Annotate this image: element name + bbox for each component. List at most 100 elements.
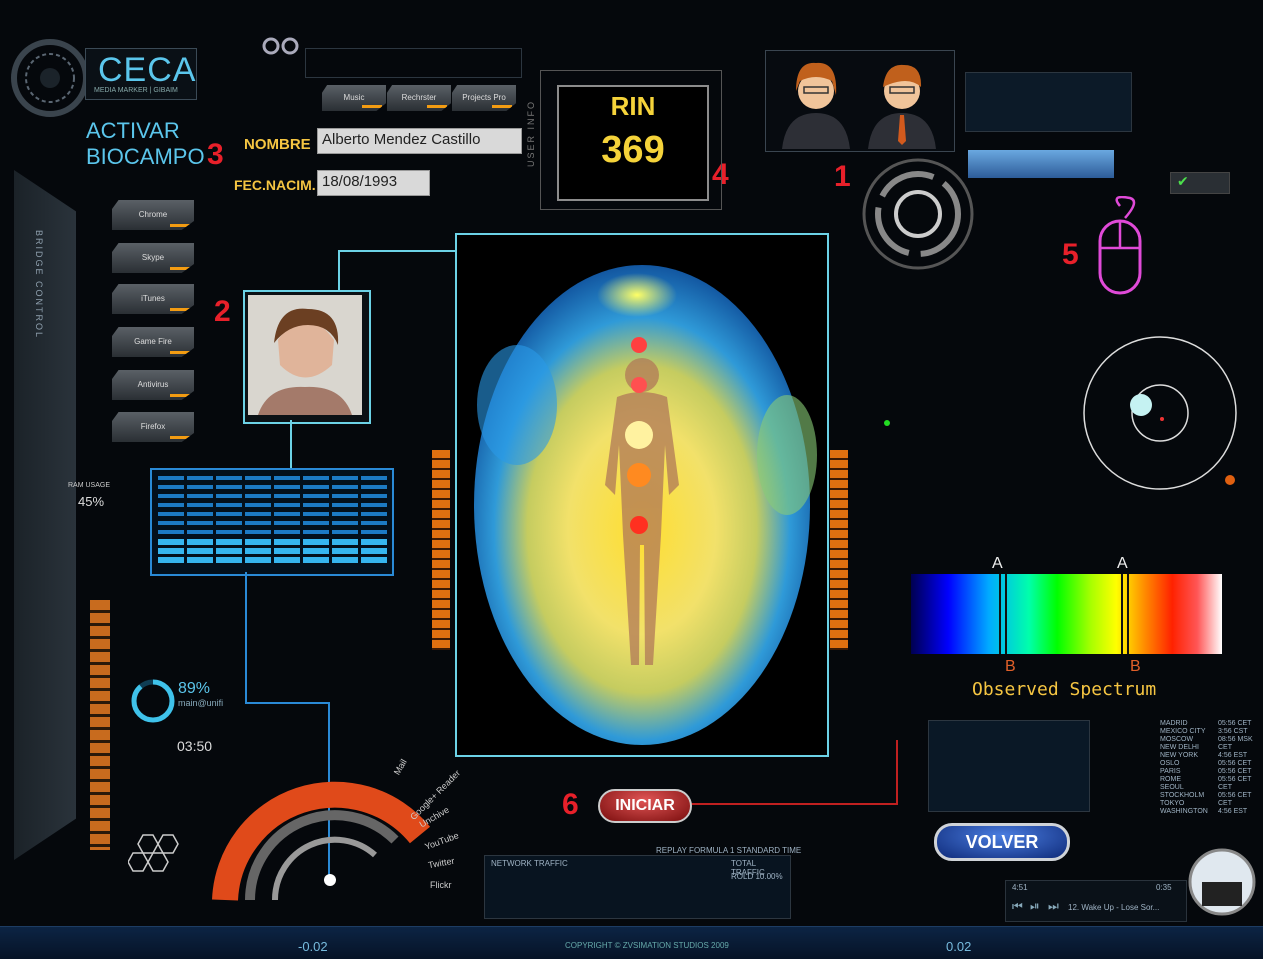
equalizer-cell [187, 548, 213, 554]
menu-game-fire[interactable]: Game Fire [112, 327, 194, 357]
world-clock-time: 08:56 MSK [1218, 736, 1253, 743]
status-dot [884, 420, 890, 426]
equalizer-cell [245, 530, 271, 534]
equalizer-cell [216, 512, 242, 516]
tab-projects[interactable]: Projects Pro [452, 85, 516, 111]
next-icon[interactable]: ⏭ [1048, 899, 1059, 914]
dob-field[interactable]: 18/08/1993 [317, 170, 430, 196]
menu-firefox[interactable]: Firefox [112, 412, 194, 442]
equalizer-cell [187, 521, 213, 525]
profile-photo-frame [243, 290, 371, 424]
equalizer-cell [158, 521, 184, 525]
activar-biocampo-link[interactable]: ACTIVAR BIOCAMPO [86, 118, 205, 170]
avatar-male[interactable] [858, 51, 954, 151]
equalizer-cell [274, 485, 300, 489]
orbit-diagram [1083, 336, 1237, 490]
world-clock-city: MOSCOW [1160, 736, 1194, 743]
world-clock-time: CET [1218, 800, 1232, 807]
traffic-label: NETWORK TRAFFIC [491, 859, 568, 868]
world-clock-time: 05:56 CET [1218, 760, 1252, 767]
spectrum-line [1127, 574, 1129, 654]
equalizer-cell [216, 530, 242, 534]
arc-app-flickr[interactable]: Flickr [430, 880, 452, 890]
equalizer-cell [303, 485, 329, 489]
equalizer-cell [216, 503, 242, 507]
mouse-icon[interactable] [1095, 196, 1145, 296]
equalizer-cell [274, 503, 300, 507]
dob-label: FEC.NACIM. [234, 177, 316, 193]
equalizer-cell [158, 512, 184, 516]
equalizer-cell [245, 539, 271, 545]
menu-chrome[interactable]: Chrome [112, 200, 194, 230]
bridge-control-bar [14, 170, 76, 860]
marker-6: 6 [562, 788, 579, 821]
connector-line [338, 250, 340, 290]
music-end: 0:35 [1156, 883, 1172, 892]
equalizer-cell [332, 557, 358, 563]
world-clock-row: MOSCOW 08:56 MSK [1160, 736, 1260, 743]
menu-antivirus[interactable]: Antivirus [112, 370, 194, 400]
rin-panel: RIN 369 [557, 85, 709, 201]
music-track: 12. Wake Up - Lose Sor... [1068, 903, 1160, 912]
volver-button[interactable]: VOLVER [934, 823, 1070, 861]
name-label: NOMBRE [244, 136, 311, 153]
equalizer-cell [332, 530, 358, 534]
world-clock-city: MEXICO CITY [1160, 728, 1206, 735]
tab-music[interactable]: Music [322, 85, 386, 111]
world-clock-time: 3:56 CST [1218, 728, 1248, 735]
marker-3: 3 [207, 138, 224, 171]
menu-itunes[interactable]: iTunes [112, 284, 194, 314]
equalizer-cell [332, 548, 358, 554]
equalizer-cell [187, 539, 213, 545]
radar-dial [862, 158, 974, 270]
equalizer-cell [303, 521, 329, 525]
iniciar-button[interactable]: INICIAR [598, 789, 692, 823]
city-dial [1188, 848, 1256, 916]
equalizer-cell [303, 557, 329, 563]
connector-line [338, 250, 456, 252]
equalizer-panel [150, 468, 394, 576]
equalizer-cell [361, 485, 387, 489]
world-clock-row: NEW YORK 4:56 EST [1160, 752, 1260, 759]
world-clock-time: 05:56 CET [1218, 792, 1252, 799]
profile-photo [248, 295, 362, 415]
spectrum-a-left: A [992, 555, 1003, 572]
equalizer-cell [158, 494, 184, 498]
connector-line [290, 420, 292, 468]
prev-icon[interactable]: ⏮ [1012, 899, 1023, 914]
equalizer-cell [332, 494, 358, 498]
equalizer-cell [158, 557, 184, 563]
menu-skype[interactable]: Skype [112, 243, 194, 273]
equalizer-cell [332, 485, 358, 489]
equalizer-cell [274, 512, 300, 516]
play-pause-icon[interactable]: ⏯ [1030, 899, 1040, 914]
check-toggle[interactable]: ✔ [1170, 172, 1230, 194]
world-clock-city: PARIS [1160, 768, 1181, 775]
equalizer-cell [187, 494, 213, 498]
world-clock-city: MADRID [1160, 720, 1188, 727]
world-clock-row: SEOUL CET [1160, 784, 1260, 791]
footer-copyright: COPYRIGHT © ZVSIMATION STUDIOS 2009 [565, 941, 729, 950]
rin-title: RIN [610, 91, 656, 121]
settings-icon[interactable] [262, 36, 300, 56]
world-clock-row: MADRID 05:56 CET [1160, 720, 1260, 727]
equalizer-cell [187, 503, 213, 507]
connector-line [245, 572, 247, 702]
observed-spectrum [911, 574, 1222, 654]
system-input[interactable] [968, 150, 1114, 178]
connector-line [688, 803, 898, 805]
world-clock-time: 4:56 EST [1218, 752, 1248, 759]
spectrum-caption: Observed Spectrum [972, 679, 1157, 700]
equalizer-cell [216, 476, 242, 480]
equalizer-cell [332, 521, 358, 525]
ram-usage-label: RAM USAGE [68, 482, 111, 489]
name-field[interactable]: Alberto Mendez Castillo [317, 128, 522, 154]
marker-2: 2 [214, 295, 231, 328]
equalizer-cell [245, 485, 271, 489]
hexagon-ornament [128, 834, 179, 872]
activar-line1: ACTIVAR [86, 118, 180, 143]
spectrum-line [1121, 574, 1123, 654]
tab-rechrster[interactable]: Rechrster [387, 85, 451, 111]
aura-image [474, 265, 817, 745]
world-clock-city: TOKYO [1160, 800, 1185, 807]
